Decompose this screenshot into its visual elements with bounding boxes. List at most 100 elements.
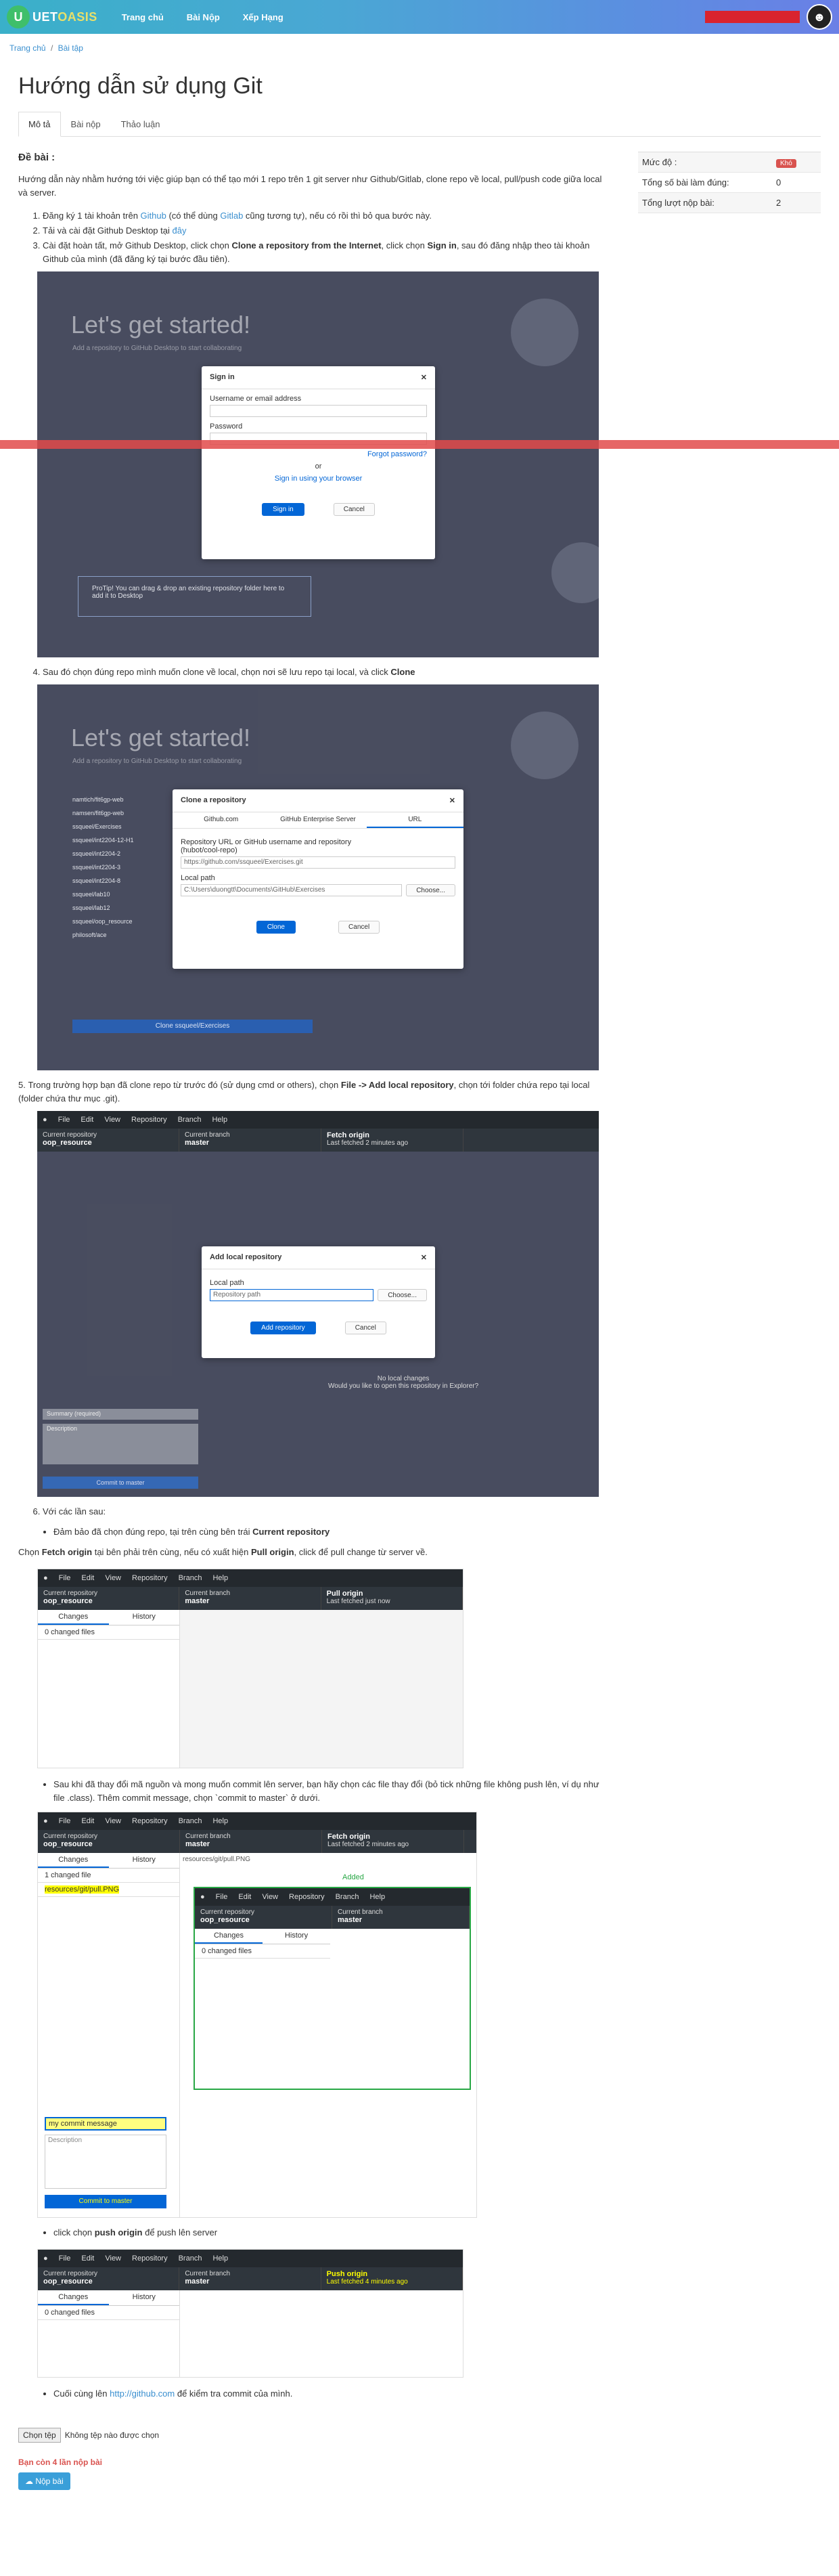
menu-branch[interactable]: Branch xyxy=(179,2254,202,2263)
repo-selector[interactable]: Current repository oop_resource xyxy=(38,1587,180,1610)
tab-url[interactable]: URL xyxy=(366,812,463,828)
breadcrumb-current[interactable]: Bài tập xyxy=(58,43,83,53)
choose-file-button[interactable]: Chọn tệp xyxy=(18,2428,61,2443)
signin-button[interactable]: Sign in xyxy=(262,503,304,516)
tab-history[interactable]: History xyxy=(109,2290,180,2305)
menu-branch[interactable]: Branch xyxy=(179,1574,202,1582)
commit-button[interactable]: Commit to master xyxy=(45,2195,166,2208)
close-icon[interactable]: ✕ xyxy=(421,373,427,382)
text: Clone xyxy=(390,667,415,677)
branch-selector[interactable]: Current branch master xyxy=(180,1830,322,1853)
choose-button[interactable]: Choose... xyxy=(378,1289,427,1301)
menu-branch[interactable]: Branch xyxy=(179,1817,202,1825)
close-icon[interactable]: ✕ xyxy=(449,796,455,805)
bullet-check: Cuối cùng lên http://github.com để kiểm … xyxy=(53,2387,607,2401)
commit-message-input[interactable]: my commit message xyxy=(45,2117,166,2131)
site-logo[interactable]: U UETOASIS xyxy=(7,5,97,28)
clone-button[interactable]: Clone xyxy=(256,921,296,934)
nav-home[interactable]: Trang chủ xyxy=(122,12,164,22)
github-url-link[interactable]: http://github.com xyxy=(110,2388,175,2399)
user-avatar[interactable]: ☻ xyxy=(807,4,832,30)
preview-toolbar: Current repository oop_resource Current br… xyxy=(195,1906,470,1929)
summary-field[interactable]: Summary (required) xyxy=(43,1409,198,1420)
github-icon: ● xyxy=(43,1574,48,1582)
choose-button[interactable]: Choose... xyxy=(406,884,455,896)
page-container: Hướng dẫn sử dụng Git Mô tả Bài nộp Thảo… xyxy=(0,73,839,2490)
menu-view[interactable]: View xyxy=(105,1817,121,1825)
menu-file[interactable]: File xyxy=(58,1116,70,1124)
tab-changes[interactable]: Changes xyxy=(38,1610,109,1625)
branch-selector[interactable]: Current branch master xyxy=(179,1129,321,1152)
menu-edit[interactable]: Edit xyxy=(81,1116,93,1124)
local-path-input[interactable]: Repository path xyxy=(210,1289,374,1301)
tab-changes[interactable]: Changes xyxy=(38,1853,109,1868)
clone-repo-button[interactable]: Clone ssqueel/Exercises xyxy=(72,1020,313,1033)
nav-submissions[interactable]: Bài Nộp xyxy=(187,12,220,22)
repo-selector[interactable]: Current repository oop_resource xyxy=(38,2267,180,2290)
menu-repository[interactable]: Repository xyxy=(132,2254,168,2263)
dialog-title: Clone a repository xyxy=(181,796,246,804)
tab-description[interactable]: Mô tả xyxy=(18,112,61,137)
commit-button[interactable]: Commit to master xyxy=(43,1477,198,1489)
cancel-button[interactable]: Cancel xyxy=(338,921,380,934)
menu-repository[interactable]: Repository xyxy=(132,1817,168,1825)
menu-file[interactable]: File xyxy=(59,1817,71,1825)
tab-submissions[interactable]: Bài nộp xyxy=(61,112,111,137)
menu-file[interactable]: File xyxy=(59,1574,71,1582)
tab-discussion[interactable]: Thảo luận xyxy=(111,112,171,137)
menu-view[interactable]: View xyxy=(105,1574,121,1582)
local-path-input[interactable]: C:\Users\duongtt\Documents\GitHub\Exerci… xyxy=(181,884,403,896)
submit-button[interactable]: ☁ Nộp bài xyxy=(18,2472,70,2490)
menu-edit[interactable]: Edit xyxy=(81,1574,94,1582)
menu-help[interactable]: Help xyxy=(212,1116,227,1124)
download-link[interactable]: đây xyxy=(172,225,186,236)
fetch-text: Chọn Fetch origin tại bên phải trên cùng… xyxy=(18,1546,607,1559)
tab-history[interactable]: History xyxy=(109,1610,180,1625)
close-icon[interactable]: ✕ xyxy=(421,1253,427,1262)
tab-github[interactable]: Github.com xyxy=(173,812,269,828)
menu-help[interactable]: Help xyxy=(212,2254,228,2263)
menu-view[interactable]: View xyxy=(105,2254,121,2263)
breadcrumb-home[interactable]: Trang chủ xyxy=(9,43,46,53)
menu-repository[interactable]: Repository xyxy=(131,1116,167,1124)
push-button[interactable]: Push origin Last fetched 4 minutes ago xyxy=(321,2267,463,2290)
pull-button[interactable]: Pull origin Last fetched just now xyxy=(321,1587,463,1610)
user-name-redacted[interactable] xyxy=(705,11,800,23)
menu-item: File xyxy=(215,1893,228,1901)
tab-changes[interactable]: Changes xyxy=(38,2290,109,2305)
menu-branch[interactable]: Branch xyxy=(178,1116,202,1124)
panel-tabs: Changes History xyxy=(38,1853,179,1869)
gitlab-link[interactable]: Gitlab xyxy=(220,211,243,221)
menu-file[interactable]: File xyxy=(59,2254,71,2263)
branch-selector[interactable]: Current branch master xyxy=(179,2267,321,2290)
forgot-password-link[interactable]: Forgot password? xyxy=(210,450,427,458)
menu-edit[interactable]: Edit xyxy=(81,2254,94,2263)
repo-selector[interactable]: Current repository oop_resource xyxy=(37,1129,179,1152)
file-name[interactable]: resources/git/pull.PNG xyxy=(45,1885,120,1894)
preview-menubar: ● File Edit View Repository Branch Help xyxy=(195,1888,470,1906)
github-link[interactable]: Github xyxy=(141,211,166,221)
menu-view[interactable]: View xyxy=(104,1116,120,1124)
fetch-button[interactable]: Fetch origin Last fetched 2 minutes ago xyxy=(321,1129,463,1152)
nav-ranking[interactable]: Xếp Hạng xyxy=(243,12,284,22)
menu-help[interactable]: Help xyxy=(212,1574,228,1582)
fetch-button[interactable]: Fetch origin Last fetched 2 minutes ago xyxy=(322,1830,464,1853)
changed-files-count: 0 changed files xyxy=(195,1944,330,1959)
username-input[interactable] xyxy=(210,405,427,417)
menu-help[interactable]: Help xyxy=(212,1817,228,1825)
tab-history[interactable]: History xyxy=(109,1853,180,1868)
menu-edit[interactable]: Edit xyxy=(81,1817,94,1825)
step-1: Đăng ký 1 tài khoản trên Github (có thể … xyxy=(43,209,607,223)
url-input[interactable]: https://github.com/ssqueel/Exercises.git xyxy=(181,856,455,869)
cancel-button[interactable]: Cancel xyxy=(333,503,375,516)
add-repository-button[interactable]: Add repository xyxy=(250,1322,316,1334)
sub: Last fetched 2 minutes ago xyxy=(327,1139,409,1147)
description-field[interactable]: Description xyxy=(45,2135,166,2189)
menu-repository[interactable]: Repository xyxy=(132,1574,168,1582)
signin-browser-link[interactable]: Sign in using your browser xyxy=(210,475,427,483)
branch-selector[interactable]: Current branch master xyxy=(179,1587,321,1610)
description-field[interactable]: Description xyxy=(43,1424,198,1464)
repo-selector[interactable]: Current repository oop_resource xyxy=(38,1830,180,1853)
tab-enterprise[interactable]: GitHub Enterprise Server xyxy=(269,812,366,828)
cancel-button[interactable]: Cancel xyxy=(344,1322,386,1334)
